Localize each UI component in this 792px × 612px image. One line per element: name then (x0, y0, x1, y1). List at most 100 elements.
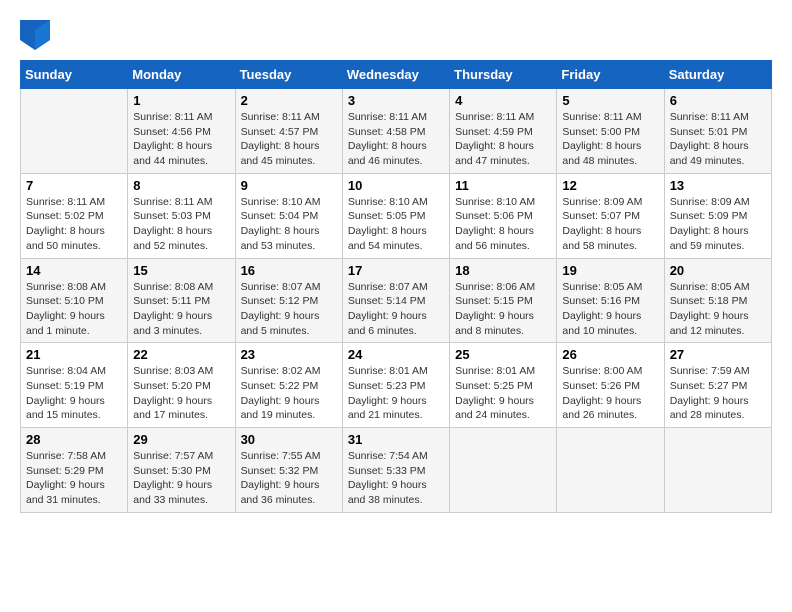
day-info: Sunrise: 8:10 AM Sunset: 5:06 PM Dayligh… (455, 195, 551, 254)
calendar-cell: 22Sunrise: 8:03 AM Sunset: 5:20 PM Dayli… (128, 343, 235, 428)
day-number: 26 (562, 347, 658, 362)
calendar-cell: 16 Sunrise: 8:07 AM Sunset: 5:12 PM Dayli… (235, 258, 342, 343)
day-number: 14 (26, 263, 122, 278)
day-number: 9 (241, 178, 337, 193)
day-number: 30 (241, 432, 337, 447)
day-number: 16 (241, 263, 337, 278)
calendar-cell: 4 Sunrise: 8:11 AM Sunset: 4:59 PM Daylig… (450, 89, 557, 174)
day-number: 5 (562, 93, 658, 108)
calendar-cell: 14 Sunrise: 8:08 AM Sunset: 5:10 PM Dayli… (21, 258, 128, 343)
calendar-week-row: 14 Sunrise: 8:08 AM Sunset: 5:10 PM Dayli… (21, 258, 772, 343)
day-info: Sunrise: 8:11 AM Sunset: 5:01 PM Dayligh… (670, 110, 766, 169)
day-info: Sunrise: 8:02 AM Sunset: 5:22 PM Dayligh… (241, 364, 337, 423)
calendar-cell: 30 Sunrise: 7:55 AM Sunset: 5:32 PM Dayli… (235, 428, 342, 513)
calendar-cell: 11Sunrise: 8:10 AM Sunset: 5:06 PM Dayli… (450, 173, 557, 258)
day-number: 4 (455, 93, 551, 108)
day-number: 6 (670, 93, 766, 108)
day-number: 29 (133, 432, 229, 447)
calendar-cell: 17 Sunrise: 8:07 AM Sunset: 5:14 PM Dayli… (342, 258, 449, 343)
day-info: Sunrise: 8:11 AM Sunset: 4:58 PM Dayligh… (348, 110, 444, 169)
day-number: 13 (670, 178, 766, 193)
day-info: Sunrise: 7:58 AM Sunset: 5:29 PM Dayligh… (26, 449, 122, 508)
calendar-week-row: 21 Sunrise: 8:04 AM Sunset: 5:19 PM Dayli… (21, 343, 772, 428)
day-info: Sunrise: 8:08 AM Sunset: 5:11 PM Dayligh… (133, 280, 229, 339)
day-info: Sunrise: 8:07 AM Sunset: 5:12 PM Dayligh… (241, 280, 337, 339)
day-of-week-header: Thursday (450, 61, 557, 89)
day-number: 1 (133, 93, 229, 108)
day-info: Sunrise: 7:54 AM Sunset: 5:33 PM Dayligh… (348, 449, 444, 508)
day-info: Sunrise: 8:10 AM Sunset: 5:04 PM Dayligh… (241, 195, 337, 254)
logo (20, 20, 54, 50)
day-number: 7 (26, 178, 122, 193)
day-of-week-header: Sunday (21, 61, 128, 89)
calendar-table: SundayMondayTuesdayWednesdayThursdayFrid… (20, 60, 772, 513)
day-number: 28 (26, 432, 122, 447)
day-number: 19 (562, 263, 658, 278)
day-number: 20 (670, 263, 766, 278)
calendar-cell: 31 Sunrise: 7:54 AM Sunset: 5:33 PM Dayli… (342, 428, 449, 513)
calendar-cell: 25 Sunrise: 8:01 AM Sunset: 5:25 PM Dayli… (450, 343, 557, 428)
logo-icon (20, 20, 50, 50)
day-info: Sunrise: 7:57 AM Sunset: 5:30 PM Dayligh… (133, 449, 229, 508)
calendar-week-row: 1 Sunrise: 8:11 AM Sunset: 4:56 PM Daylig… (21, 89, 772, 174)
day-info: Sunrise: 8:00 AM Sunset: 5:26 PM Dayligh… (562, 364, 658, 423)
calendar-cell: 1 Sunrise: 8:11 AM Sunset: 4:56 PM Daylig… (128, 89, 235, 174)
calendar-cell: 9 Sunrise: 8:10 AM Sunset: 5:04 PM Daylig… (235, 173, 342, 258)
calendar-cell: 28 Sunrise: 7:58 AM Sunset: 5:29 PM Dayli… (21, 428, 128, 513)
day-of-week-header: Saturday (664, 61, 771, 89)
page-header (20, 20, 772, 50)
calendar-week-row: 7 Sunrise: 8:11 AM Sunset: 5:02 PM Daylig… (21, 173, 772, 258)
day-number: 31 (348, 432, 444, 447)
day-info: Sunrise: 7:59 AM Sunset: 5:27 PM Dayligh… (670, 364, 766, 423)
day-number: 3 (348, 93, 444, 108)
day-number: 12 (562, 178, 658, 193)
day-info: Sunrise: 7:55 AM Sunset: 5:32 PM Dayligh… (241, 449, 337, 508)
calendar-cell: 23Sunrise: 8:02 AM Sunset: 5:22 PM Dayli… (235, 343, 342, 428)
day-info: Sunrise: 8:01 AM Sunset: 5:25 PM Dayligh… (455, 364, 551, 423)
day-info: Sunrise: 8:05 AM Sunset: 5:18 PM Dayligh… (670, 280, 766, 339)
day-number: 24 (348, 347, 444, 362)
day-info: Sunrise: 8:09 AM Sunset: 5:07 PM Dayligh… (562, 195, 658, 254)
calendar-cell: 6 Sunrise: 8:11 AM Sunset: 5:01 PM Daylig… (664, 89, 771, 174)
day-of-week-header: Wednesday (342, 61, 449, 89)
day-info: Sunrise: 8:11 AM Sunset: 4:59 PM Dayligh… (455, 110, 551, 169)
day-number: 21 (26, 347, 122, 362)
calendar-cell: 21 Sunrise: 8:04 AM Sunset: 5:19 PM Dayli… (21, 343, 128, 428)
day-info: Sunrise: 8:03 AM Sunset: 5:20 PM Dayligh… (133, 364, 229, 423)
calendar-cell: 20 Sunrise: 8:05 AM Sunset: 5:18 PM Dayli… (664, 258, 771, 343)
days-header-row: SundayMondayTuesdayWednesdayThursdayFrid… (21, 61, 772, 89)
calendar-cell: 8Sunrise: 8:11 AM Sunset: 5:03 PM Daylig… (128, 173, 235, 258)
day-number: 27 (670, 347, 766, 362)
day-info: Sunrise: 8:11 AM Sunset: 4:57 PM Dayligh… (241, 110, 337, 169)
calendar-cell: 27 Sunrise: 7:59 AM Sunset: 5:27 PM Dayli… (664, 343, 771, 428)
calendar-week-row: 28 Sunrise: 7:58 AM Sunset: 5:29 PM Dayli… (21, 428, 772, 513)
day-of-week-header: Tuesday (235, 61, 342, 89)
day-of-week-header: Friday (557, 61, 664, 89)
calendar-cell: 2Sunrise: 8:11 AM Sunset: 4:57 PM Daylig… (235, 89, 342, 174)
day-info: Sunrise: 8:11 AM Sunset: 4:56 PM Dayligh… (133, 110, 229, 169)
day-info: Sunrise: 8:10 AM Sunset: 5:05 PM Dayligh… (348, 195, 444, 254)
day-number: 10 (348, 178, 444, 193)
day-info: Sunrise: 8:07 AM Sunset: 5:14 PM Dayligh… (348, 280, 444, 339)
calendar-cell: 5Sunrise: 8:11 AM Sunset: 5:00 PM Daylig… (557, 89, 664, 174)
day-number: 25 (455, 347, 551, 362)
calendar-cell: 12 Sunrise: 8:09 AM Sunset: 5:07 PM Dayli… (557, 173, 664, 258)
day-info: Sunrise: 8:09 AM Sunset: 5:09 PM Dayligh… (670, 195, 766, 254)
day-info: Sunrise: 8:11 AM Sunset: 5:02 PM Dayligh… (26, 195, 122, 254)
calendar-cell: 13 Sunrise: 8:09 AM Sunset: 5:09 PM Dayli… (664, 173, 771, 258)
day-info: Sunrise: 8:08 AM Sunset: 5:10 PM Dayligh… (26, 280, 122, 339)
calendar-cell (664, 428, 771, 513)
calendar-cell: 19Sunrise: 8:05 AM Sunset: 5:16 PM Dayli… (557, 258, 664, 343)
day-info: Sunrise: 8:11 AM Sunset: 5:03 PM Dayligh… (133, 195, 229, 254)
day-number: 15 (133, 263, 229, 278)
calendar-cell: 3 Sunrise: 8:11 AM Sunset: 4:58 PM Daylig… (342, 89, 449, 174)
calendar-cell (557, 428, 664, 513)
day-number: 17 (348, 263, 444, 278)
calendar-cell: 10 Sunrise: 8:10 AM Sunset: 5:05 PM Dayli… (342, 173, 449, 258)
calendar-cell: 26 Sunrise: 8:00 AM Sunset: 5:26 PM Dayli… (557, 343, 664, 428)
day-info: Sunrise: 8:04 AM Sunset: 5:19 PM Dayligh… (26, 364, 122, 423)
calendar-cell: 7 Sunrise: 8:11 AM Sunset: 5:02 PM Daylig… (21, 173, 128, 258)
day-info: Sunrise: 8:06 AM Sunset: 5:15 PM Dayligh… (455, 280, 551, 339)
calendar-cell: 24Sunrise: 8:01 AM Sunset: 5:23 PM Dayli… (342, 343, 449, 428)
day-of-week-header: Monday (128, 61, 235, 89)
